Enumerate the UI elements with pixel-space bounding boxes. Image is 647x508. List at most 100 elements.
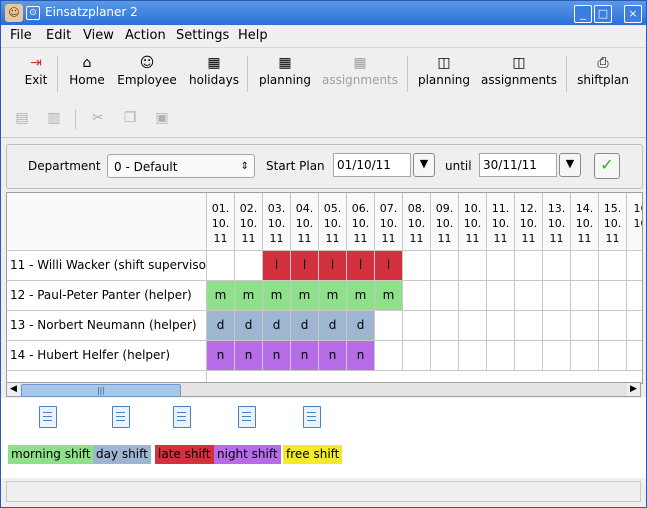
legend-chip[interactable]: night shift bbox=[214, 445, 281, 464]
shift-cell[interactable] bbox=[431, 341, 459, 371]
maximize-button[interactable]: □ bbox=[594, 5, 612, 23]
legend-chip[interactable]: day shift bbox=[93, 445, 151, 464]
planning-view-button[interactable]: ◫ planning bbox=[416, 52, 472, 96]
home-button[interactable]: ⌂ Home bbox=[66, 52, 108, 96]
shift-cell[interactable] bbox=[599, 341, 627, 371]
shift-cell[interactable] bbox=[571, 251, 599, 281]
shift-cell[interactable]: m bbox=[375, 281, 403, 311]
shift-cell[interactable] bbox=[599, 281, 627, 311]
shift-cell[interactable] bbox=[627, 311, 642, 341]
shift-cell[interactable] bbox=[571, 341, 599, 371]
shift-cell[interactable]: l bbox=[319, 251, 347, 281]
shift-cell[interactable]: n bbox=[235, 341, 263, 371]
shift-cell[interactable] bbox=[487, 281, 515, 311]
shift-cell[interactable] bbox=[487, 251, 515, 281]
scroll-left-icon[interactable]: ◀ bbox=[7, 383, 20, 396]
start-date-dropdown[interactable]: ▼ bbox=[413, 153, 435, 177]
shift-cell[interactable] bbox=[599, 311, 627, 341]
shift-cell[interactable] bbox=[459, 311, 487, 341]
employee-row-label[interactable]: 12 - Paul-Peter Panter (helper) bbox=[7, 281, 207, 311]
scroll-thumb[interactable]: ||| bbox=[21, 384, 181, 397]
window-menu-icon[interactable]: ⊙ bbox=[26, 6, 40, 20]
shift-cell[interactable]: n bbox=[263, 341, 291, 371]
new-document-icon[interactable]: ▤ bbox=[13, 109, 31, 127]
employee-row-label[interactable]: 14 - Hubert Helfer (helper) bbox=[7, 341, 207, 371]
shift-cell[interactable] bbox=[599, 251, 627, 281]
legend-chip[interactable]: free shift bbox=[283, 445, 343, 464]
employee-button[interactable]: ☺ Employee bbox=[115, 52, 179, 96]
cut-icon[interactable]: ✂ bbox=[89, 109, 107, 127]
exit-button[interactable]: ⇥ Exit bbox=[21, 52, 51, 96]
shift-cell[interactable] bbox=[543, 341, 571, 371]
document-icon[interactable] bbox=[238, 406, 256, 428]
close-button[interactable]: × bbox=[624, 5, 642, 23]
shift-cell[interactable]: m bbox=[263, 281, 291, 311]
shift-cell[interactable]: l bbox=[375, 251, 403, 281]
shift-cell[interactable]: d bbox=[347, 311, 375, 341]
shift-cell[interactable] bbox=[627, 251, 642, 281]
shift-cell[interactable] bbox=[515, 251, 543, 281]
shift-cell[interactable]: d bbox=[263, 311, 291, 341]
shift-cell[interactable]: l bbox=[347, 251, 375, 281]
document-icon[interactable] bbox=[39, 406, 57, 428]
shift-cell[interactable] bbox=[627, 281, 642, 311]
shift-cell[interactable] bbox=[431, 251, 459, 281]
shift-cell[interactable] bbox=[543, 311, 571, 341]
shift-cell[interactable]: m bbox=[235, 281, 263, 311]
shift-cell[interactable] bbox=[403, 311, 431, 341]
shift-cell[interactable] bbox=[627, 341, 642, 371]
shiftplan-button[interactable]: ⎙ shiftplan bbox=[575, 52, 631, 96]
employee-row-label[interactable]: 13 - Norbert Neumann (helper) bbox=[7, 311, 207, 341]
menu-file[interactable]: File bbox=[10, 28, 32, 43]
shift-cell[interactable] bbox=[487, 341, 515, 371]
employee-row-label[interactable]: 11 - Willi Wacker (shift supervisor) bbox=[7, 251, 207, 281]
shift-cell[interactable] bbox=[235, 251, 263, 281]
shift-cell[interactable]: m bbox=[319, 281, 347, 311]
department-select[interactable]: 0 - Default ⇕ bbox=[107, 154, 255, 178]
menu-settings[interactable]: Settings bbox=[176, 28, 229, 43]
end-date-field[interactable]: 30/11/11 bbox=[479, 153, 557, 177]
start-date-field[interactable]: 01/10/11 bbox=[333, 153, 411, 177]
shift-cell[interactable] bbox=[403, 341, 431, 371]
title-bar[interactable]: ☺ ⊙ Einsatzplaner 2 _ □ × bbox=[1, 1, 646, 25]
shift-cell[interactable]: d bbox=[291, 311, 319, 341]
shift-cell[interactable]: l bbox=[291, 251, 319, 281]
minimize-button[interactable]: _ bbox=[574, 5, 592, 23]
shift-cell[interactable] bbox=[543, 281, 571, 311]
shift-cell[interactable]: m bbox=[207, 281, 235, 311]
trash-icon[interactable]: ▥ bbox=[45, 109, 63, 127]
shift-cell[interactable]: d bbox=[235, 311, 263, 341]
shift-cell[interactable] bbox=[459, 251, 487, 281]
shift-cell[interactable] bbox=[459, 341, 487, 371]
shift-cell[interactable]: n bbox=[207, 341, 235, 371]
paste-icon[interactable]: ▣ bbox=[153, 109, 171, 127]
shift-cell[interactable]: n bbox=[291, 341, 319, 371]
legend-chip[interactable]: morning shift bbox=[8, 445, 94, 464]
menu-help[interactable]: Help bbox=[238, 28, 268, 43]
menu-view[interactable]: View bbox=[83, 28, 114, 43]
shift-cell[interactable] bbox=[207, 251, 235, 281]
planning-button[interactable]: ▦ planning bbox=[257, 52, 313, 96]
copy-icon[interactable]: ❐ bbox=[121, 109, 139, 127]
shift-cell[interactable] bbox=[515, 341, 543, 371]
holidays-button[interactable]: ▦ holidays bbox=[187, 52, 241, 96]
document-icon[interactable] bbox=[112, 406, 130, 428]
shift-cell[interactable] bbox=[515, 281, 543, 311]
document-icon[interactable] bbox=[303, 406, 321, 428]
document-icon[interactable] bbox=[173, 406, 191, 428]
shift-cell[interactable]: m bbox=[291, 281, 319, 311]
assignments-view-button[interactable]: ◫ assignments bbox=[479, 52, 559, 96]
shift-cell[interactable] bbox=[431, 281, 459, 311]
horizontal-scrollbar[interactable]: ◀ ||| ▶ bbox=[6, 382, 641, 397]
shift-cell[interactable] bbox=[515, 311, 543, 341]
shift-cell[interactable] bbox=[571, 311, 599, 341]
shift-cell[interactable] bbox=[431, 311, 459, 341]
scroll-right-icon[interactable]: ▶ bbox=[627, 383, 640, 396]
shift-cell[interactable]: l bbox=[263, 251, 291, 281]
shift-cell[interactable] bbox=[459, 281, 487, 311]
apply-button[interactable]: ✓ bbox=[594, 153, 620, 179]
shift-cell[interactable] bbox=[375, 311, 403, 341]
menu-action[interactable]: Action bbox=[125, 28, 166, 43]
shift-cell[interactable]: d bbox=[207, 311, 235, 341]
end-date-dropdown[interactable]: ▼ bbox=[559, 153, 581, 177]
